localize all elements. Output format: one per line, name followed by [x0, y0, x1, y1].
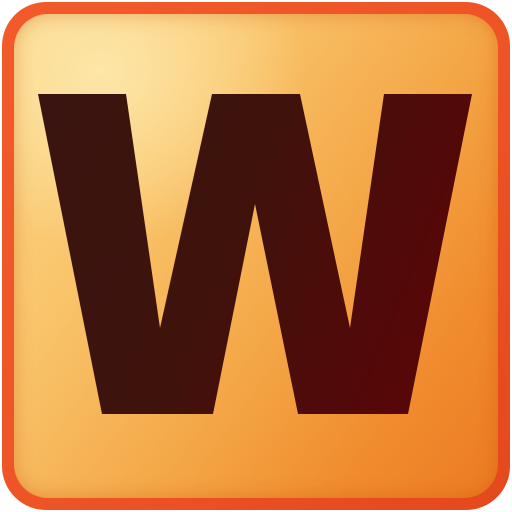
stage: W	[0, 0, 512, 512]
letter-w-glyph: W	[38, 94, 472, 414]
letter-w-shape	[38, 94, 472, 414]
